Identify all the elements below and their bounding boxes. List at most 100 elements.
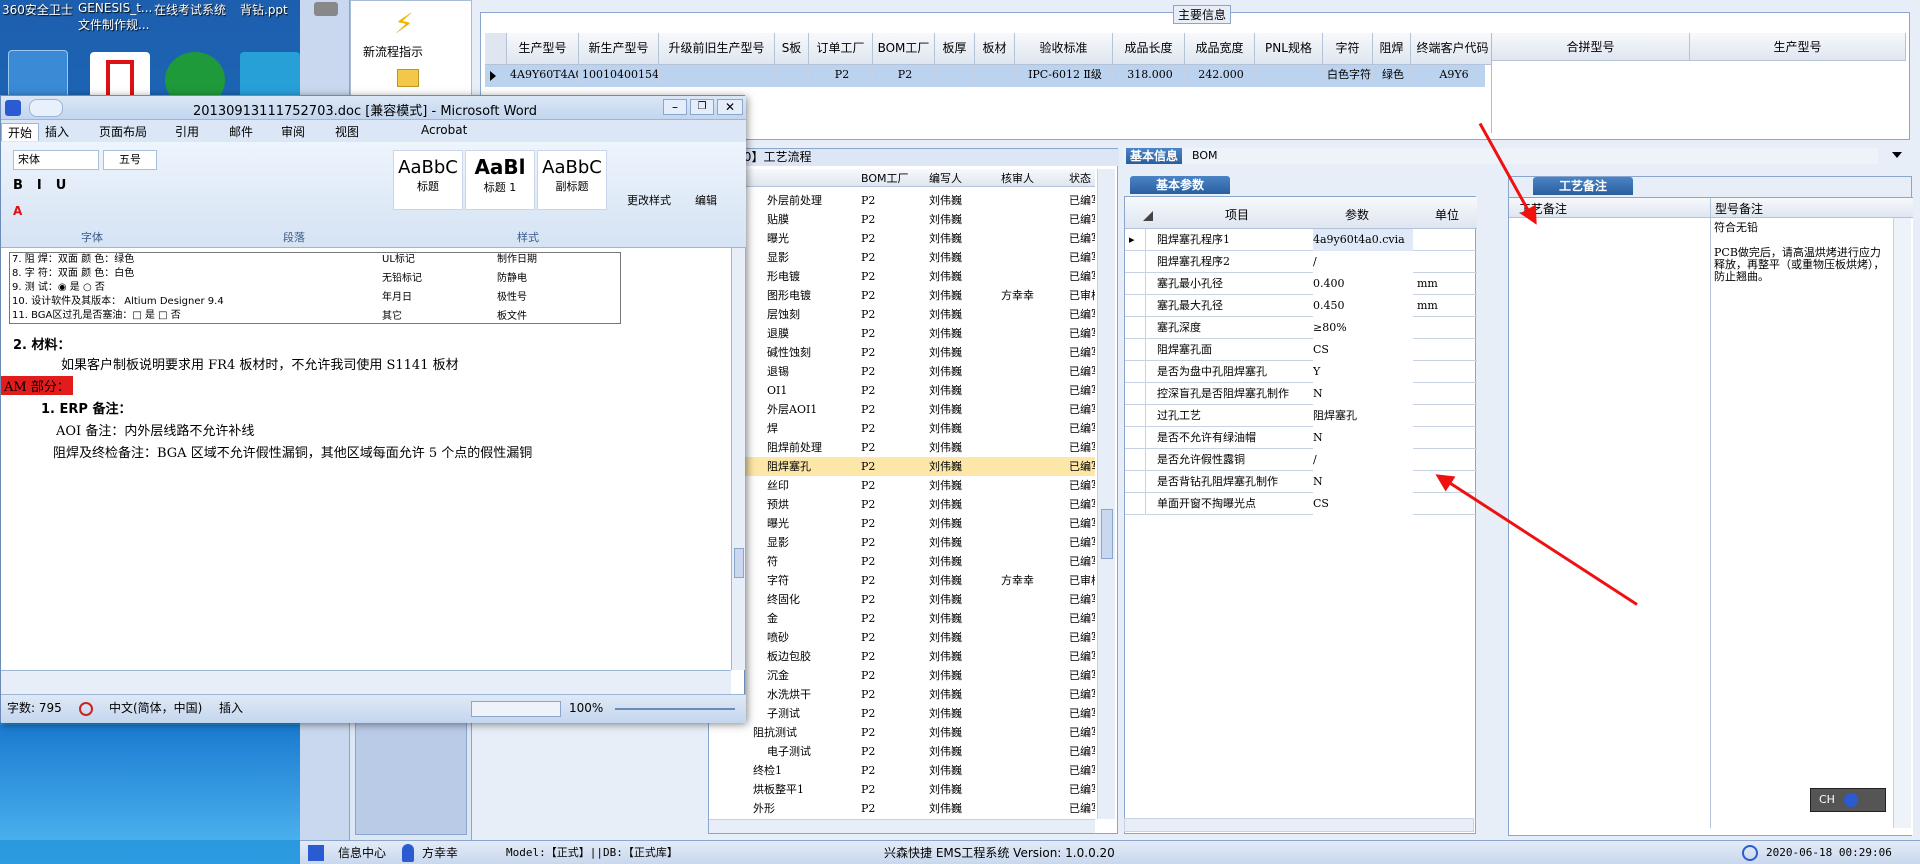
flow-row[interactable]: 子测试 P2 刘伟巍 已编写 — [709, 704, 1095, 723]
param-row[interactable]: 阻焊塞孔程序2 / — [1125, 251, 1477, 273]
flow-row[interactable]: 喷砂 P2 刘伟巍 已编写 — [709, 628, 1095, 647]
word-app-icon[interactable] — [5, 100, 21, 116]
main-info-col-header[interactable]: PNL规格 — [1255, 33, 1323, 65]
flow-row[interactable]: 显影 P2 刘伟巍 已编写 — [709, 533, 1095, 552]
flow-scrollbar[interactable] — [1097, 169, 1115, 819]
format-buttons[interactable]: BIU — [13, 178, 80, 193]
param-value[interactable]: / — [1313, 251, 1413, 273]
minimize-button[interactable]: – — [663, 99, 687, 115]
param-value[interactable]: CS — [1313, 339, 1413, 361]
param-value[interactable]: N — [1313, 471, 1413, 493]
close-button[interactable]: ✕ — [717, 99, 743, 115]
word-scroll-thumb[interactable] — [734, 548, 744, 578]
tab-bom[interactable]: BOM — [1192, 148, 1218, 164]
flow-row[interactable]: 沉金 P2 刘伟巍 已编写 — [709, 666, 1095, 685]
flow-row[interactable]: 碱性蚀刻 P2 刘伟巍 已编写 — [709, 343, 1095, 362]
proofing-icon[interactable] — [79, 702, 93, 716]
flow-hscroll[interactable] — [709, 819, 1095, 833]
new-flow-label[interactable]: 新流程指示 — [363, 43, 423, 60]
maximize-button[interactable]: ❐ — [690, 99, 714, 115]
main-info-col-header[interactable]: 升级前旧生产型号 — [659, 33, 775, 65]
main-info-col-header[interactable]: S板 — [775, 33, 809, 65]
param-row[interactable]: 是否为盘中孔阻焊塞孔 Y — [1125, 361, 1477, 383]
main-info-col-header[interactable]: 板厚 — [935, 33, 975, 65]
flow-row[interactable]: 图形电镀 P2 刘伟巍 方幸幸 已审核 — [709, 286, 1095, 305]
flow-row[interactable]: 烘板整平1 P2 刘伟巍 已编写 — [709, 780, 1095, 799]
main-info-col-header[interactable]: 新生产型号 — [579, 33, 659, 65]
flow-row[interactable]: 外层前处理 P2 刘伟巍 已编写 — [709, 191, 1095, 210]
font-name-box[interactable]: 宋体 — [13, 150, 99, 170]
param-row[interactable]: 过孔工艺 阻焊塞孔 — [1125, 405, 1477, 427]
view-buttons[interactable] — [471, 701, 561, 717]
word-tab[interactable]: 引用 — [175, 123, 199, 140]
flow-row[interactable]: 终检1 P2 刘伟巍 已编写 — [709, 761, 1095, 780]
flow-row[interactable]: 外形 P2 刘伟巍 已编写 — [709, 799, 1095, 818]
flow-row[interactable]: 电子测试 P2 刘伟巍 已编写 — [709, 742, 1095, 761]
flow-row[interactable]: 阻抗测试 P2 刘伟巍 已编写 — [709, 723, 1095, 742]
info-center[interactable]: 信息中心 — [338, 841, 386, 864]
flow-row[interactable]: 符 P2 刘伟巍 已编写 — [709, 552, 1095, 571]
paragraph-tools[interactable] — [221, 152, 369, 212]
tab-basic-params[interactable]: 基本参数 — [1130, 176, 1230, 194]
param-value[interactable]: ≥80% — [1313, 317, 1413, 339]
params-hscroll[interactable] — [1124, 818, 1474, 832]
flow-row[interactable]: 显影 P2 刘伟巍 已编写 — [709, 248, 1095, 267]
word-tab[interactable]: 页面布局 — [99, 123, 147, 140]
param-value[interactable]: 4a9y60t4a0.cvia — [1313, 229, 1413, 251]
style-title[interactable]: AaBbC 标题 — [393, 150, 463, 210]
flow-row[interactable]: 终固化 P2 刘伟巍 已编写 — [709, 590, 1095, 609]
param-row[interactable]: 是否背钻孔阻焊塞孔制作 N — [1125, 471, 1477, 493]
param-row[interactable]: 控深盲孔是否阻焊塞孔制作 N — [1125, 383, 1477, 405]
param-row[interactable]: 阻焊塞孔面 CS — [1125, 339, 1477, 361]
main-info-col-header[interactable]: 成品宽度 — [1185, 33, 1255, 65]
ime-language[interactable]: CH — [1819, 793, 1835, 806]
main-info-col-header[interactable]: 成品长度 — [1113, 33, 1185, 65]
scroll-thumb[interactable] — [1101, 509, 1113, 559]
param-row[interactable]: 塞孔深度 ≥80% — [1125, 317, 1477, 339]
main-info-col-header[interactable]: 字符 — [1323, 33, 1373, 65]
help-icon[interactable] — [1844, 793, 1859, 807]
flow-row[interactable]: 退锡 P2 刘伟巍 已编写 — [709, 362, 1095, 381]
zoom-level[interactable]: 100% — [569, 695, 603, 722]
flow-row[interactable]: 阻焊前处理 P2 刘伟巍 已编写 — [709, 438, 1095, 457]
style-subtitle[interactable]: AaBbC 副标题 — [537, 150, 607, 210]
flow-row[interactable]: 贴膜 P2 刘伟巍 已编写 — [709, 210, 1095, 229]
param-value[interactable]: 0.400 — [1313, 273, 1413, 295]
flow-row[interactable]: 预烘 P2 刘伟巍 已编写 — [709, 495, 1095, 514]
main-info-col-header[interactable]: 订单工厂 — [809, 33, 873, 65]
param-value[interactable]: CS — [1313, 493, 1413, 515]
style-heading1[interactable]: AaBl 标题 1 — [465, 150, 535, 210]
insert-mode[interactable]: 插入 — [219, 695, 243, 722]
flow-row[interactable]: 水洗烘干 P2 刘伟巍 已编写 — [709, 685, 1095, 704]
word-hscroll[interactable] — [1, 670, 731, 694]
param-value[interactable]: 0.450 — [1313, 295, 1413, 317]
param-row[interactable]: 是否不允许有绿油帽 N — [1125, 427, 1477, 449]
word-count[interactable]: 字数: 795 — [7, 695, 62, 722]
word-tab[interactable]: 插入 — [45, 123, 69, 140]
flow-row[interactable]: 外层AOI1 P2 刘伟巍 已编写 — [709, 400, 1095, 419]
flow-row[interactable]: 焊 P2 刘伟巍 已编写 — [709, 419, 1095, 438]
main-info-col-header[interactable]: BOM工厂 — [873, 33, 935, 65]
tab-basic-info[interactable]: 基本信息 — [1126, 148, 1182, 164]
tab-process-notes[interactable]: 工艺备注 — [1533, 177, 1633, 195]
font-color-tools[interactable]: A — [13, 204, 213, 222]
main-info-col-header[interactable]: 验收标准 — [1015, 33, 1113, 65]
edit-button[interactable]: 编辑 — [695, 192, 717, 208]
param-value[interactable]: Y — [1313, 361, 1413, 383]
word-vscroll[interactable] — [731, 248, 745, 670]
flow-row[interactable]: 退膜 P2 刘伟巍 已编写 — [709, 324, 1095, 343]
notes-scrollbar[interactable] — [1893, 218, 1911, 828]
flow-row[interactable]: 层蚀刻 P2 刘伟巍 已编写 — [709, 305, 1095, 324]
word-tab[interactable]: 视图 — [335, 123, 359, 140]
param-row[interactable]: 塞孔最小孔径 0.400 mm — [1125, 273, 1477, 295]
param-row[interactable]: 单面开窗不掏曝光点 CS — [1125, 493, 1477, 515]
panel-menu-icon[interactable] — [1892, 152, 1902, 158]
flow-row[interactable]: 板边包胶 P2 刘伟巍 已编写 — [709, 647, 1095, 666]
word-tab[interactable]: 邮件 — [229, 123, 253, 140]
word-tab[interactable]: Acrobat — [421, 123, 467, 137]
change-style-button[interactable]: 更改样式 — [627, 192, 671, 208]
param-value[interactable]: 阻焊塞孔 — [1313, 405, 1413, 427]
param-row[interactable]: 是否允许假性露铜 / — [1125, 449, 1477, 471]
flow-row[interactable]: 曝光 P2 刘伟巍 已编写 — [709, 514, 1095, 533]
main-info-col-header[interactable]: 终端客户代码 — [1411, 33, 1495, 65]
